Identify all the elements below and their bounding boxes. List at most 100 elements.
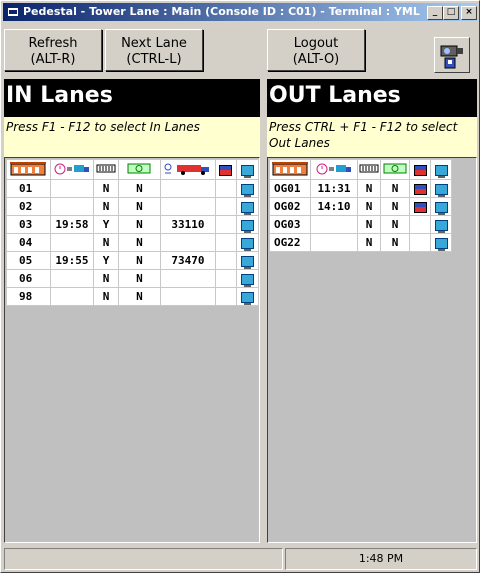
- computer-icon: [241, 183, 255, 197]
- window-title: Pedestal - Tower Lane : Main (Console ID…: [23, 5, 423, 18]
- flag-icon: [413, 183, 427, 195]
- dollar-icon: [380, 159, 410, 180]
- in-lanes-rows: 01 N N 02 N N 03 19:58 Y N 33110 04 N N 05 19:55 Y N 73470…: [6, 179, 259, 306]
- lane-alert: [214, 251, 238, 270]
- computer-icon-cell: [430, 197, 452, 216]
- building-icon: [269, 159, 311, 180]
- lane-flag-b: N: [117, 287, 162, 306]
- lane-row[interactable]: 05 19:55 Y N 73470: [6, 251, 259, 270]
- computer-icon-cell: [236, 251, 259, 270]
- computer-icon: [241, 219, 255, 233]
- lane-id: 01: [6, 179, 51, 198]
- logout-button[interactable]: Logout (ALT-O): [267, 29, 365, 71]
- lane-id: 98: [6, 287, 51, 306]
- main-window: Pedestal - Tower Lane : Main (Console ID…: [0, 0, 480, 573]
- lane-row[interactable]: 03 19:58 Y N 33110: [6, 215, 259, 234]
- lane-row[interactable]: OG01 11:31 N N: [269, 179, 452, 198]
- computer-icon: [241, 255, 255, 269]
- lane-alert: [214, 215, 238, 234]
- lane-truck: 73470: [160, 251, 216, 270]
- camera-settings-icon: [440, 45, 463, 69]
- clock-truck-icon: [310, 159, 358, 180]
- in-lanes-header: IN Lanes: [4, 79, 260, 117]
- lane-flag-a: N: [93, 197, 119, 216]
- lane-flag-b: N: [380, 233, 410, 252]
- flag-icon-cell: [409, 197, 431, 216]
- refresh-button[interactable]: Refresh (ALT-R): [4, 29, 102, 71]
- lane-id: 03: [6, 215, 51, 234]
- lane-flag-a: N: [93, 269, 119, 288]
- lane-truck: [160, 233, 216, 252]
- lane-id: OG02: [269, 197, 311, 216]
- computer-icon-cell: [430, 179, 452, 198]
- next-lane-button[interactable]: Next Lane (CTRL-L): [105, 29, 203, 71]
- lane-flag-b: N: [117, 233, 162, 252]
- computer-icon-cell: [236, 287, 259, 306]
- computer-icon: [241, 201, 255, 215]
- lane-flag-a: N: [357, 233, 381, 252]
- lane-row[interactable]: 01 N N: [6, 179, 259, 198]
- out-lanes-table: OG01 11:31 N N OG02 14:10 N N OG03 N N OG22 N N: [269, 159, 452, 252]
- computer-icon: [236, 159, 259, 180]
- maximize-button[interactable]: □: [443, 6, 459, 20]
- lane-flag-b: N: [117, 269, 162, 288]
- lane-flag-a: N: [93, 179, 119, 198]
- lane-flag-b: N: [117, 215, 162, 234]
- out-header-row: [269, 159, 452, 180]
- lane-truck: 33110: [160, 215, 216, 234]
- computer-icon: [241, 237, 255, 251]
- computer-icon-cell: [236, 197, 259, 216]
- out-lanes-title: OUT Lanes: [269, 83, 401, 108]
- flag-icon: [214, 159, 238, 180]
- computer-icon-cell: [236, 179, 259, 198]
- lane-row[interactable]: OG03 N N: [269, 215, 452, 234]
- lane-time: 19:55: [49, 251, 95, 270]
- lane-truck: [160, 179, 216, 198]
- lane-flag-a: N: [93, 233, 119, 252]
- flag-icon: [409, 159, 431, 180]
- computer-icon-cell: [430, 233, 452, 252]
- lane-time: [49, 269, 95, 288]
- lane-flag-a: N: [357, 215, 381, 234]
- app-icon: [8, 8, 18, 16]
- logout-shortcut: (ALT-O): [292, 52, 340, 67]
- status-bar-time: 1:48 PM: [285, 548, 477, 570]
- flag-icon: [413, 201, 427, 213]
- close-button[interactable]: ×: [461, 6, 477, 20]
- lane-alert: [214, 179, 238, 198]
- lane-row[interactable]: 06 N N: [6, 269, 259, 288]
- minimize-button[interactable]: _: [427, 6, 443, 20]
- lane-id: OG22: [269, 233, 311, 252]
- lane-row[interactable]: OG02 14:10 N N: [269, 197, 452, 216]
- lane-id: 05: [6, 251, 51, 270]
- lane-flag-a: Y: [93, 251, 119, 270]
- lane-time: [49, 179, 95, 198]
- lane-row[interactable]: 04 N N: [6, 233, 259, 252]
- lane-flag-b: N: [117, 251, 162, 270]
- lane-alert: [409, 233, 431, 252]
- lane-row[interactable]: 02 N N: [6, 197, 259, 216]
- out-lanes-list: OG01 11:31 N N OG02 14:10 N N OG03 N N OG22 N N: [267, 157, 477, 543]
- lane-row[interactable]: OG22 N N: [269, 233, 452, 252]
- lane-flag-b: N: [117, 179, 162, 198]
- computer-icon-cell: [236, 215, 259, 234]
- title-bar[interactable]: Pedestal - Tower Lane : Main (Console ID…: [3, 3, 477, 21]
- in-lanes-title: IN Lanes: [6, 83, 113, 108]
- lane-flag-b: N: [117, 197, 162, 216]
- computer-icon: [430, 159, 452, 180]
- lane-id: 04: [6, 233, 51, 252]
- scale-icon: [357, 159, 381, 180]
- lane-id: OG01: [269, 179, 311, 198]
- camera-settings-button[interactable]: [434, 37, 470, 73]
- lane-alert: [214, 269, 238, 288]
- lane-flag-b: N: [380, 215, 410, 234]
- refresh-label: Refresh: [28, 36, 78, 51]
- computer-icon-cell: [236, 269, 259, 288]
- computer-icon: [434, 201, 448, 215]
- lane-row[interactable]: 98 N N: [6, 287, 259, 306]
- lane-flag-b: N: [380, 179, 410, 198]
- out-lanes-header: OUT Lanes: [267, 79, 477, 117]
- in-lanes-list: 01 N N 02 N N 03 19:58 Y N 33110 04 N N 05 19:55 Y N 73470…: [4, 157, 260, 543]
- lane-truck: [160, 197, 216, 216]
- flag-icon-cell: [409, 179, 431, 198]
